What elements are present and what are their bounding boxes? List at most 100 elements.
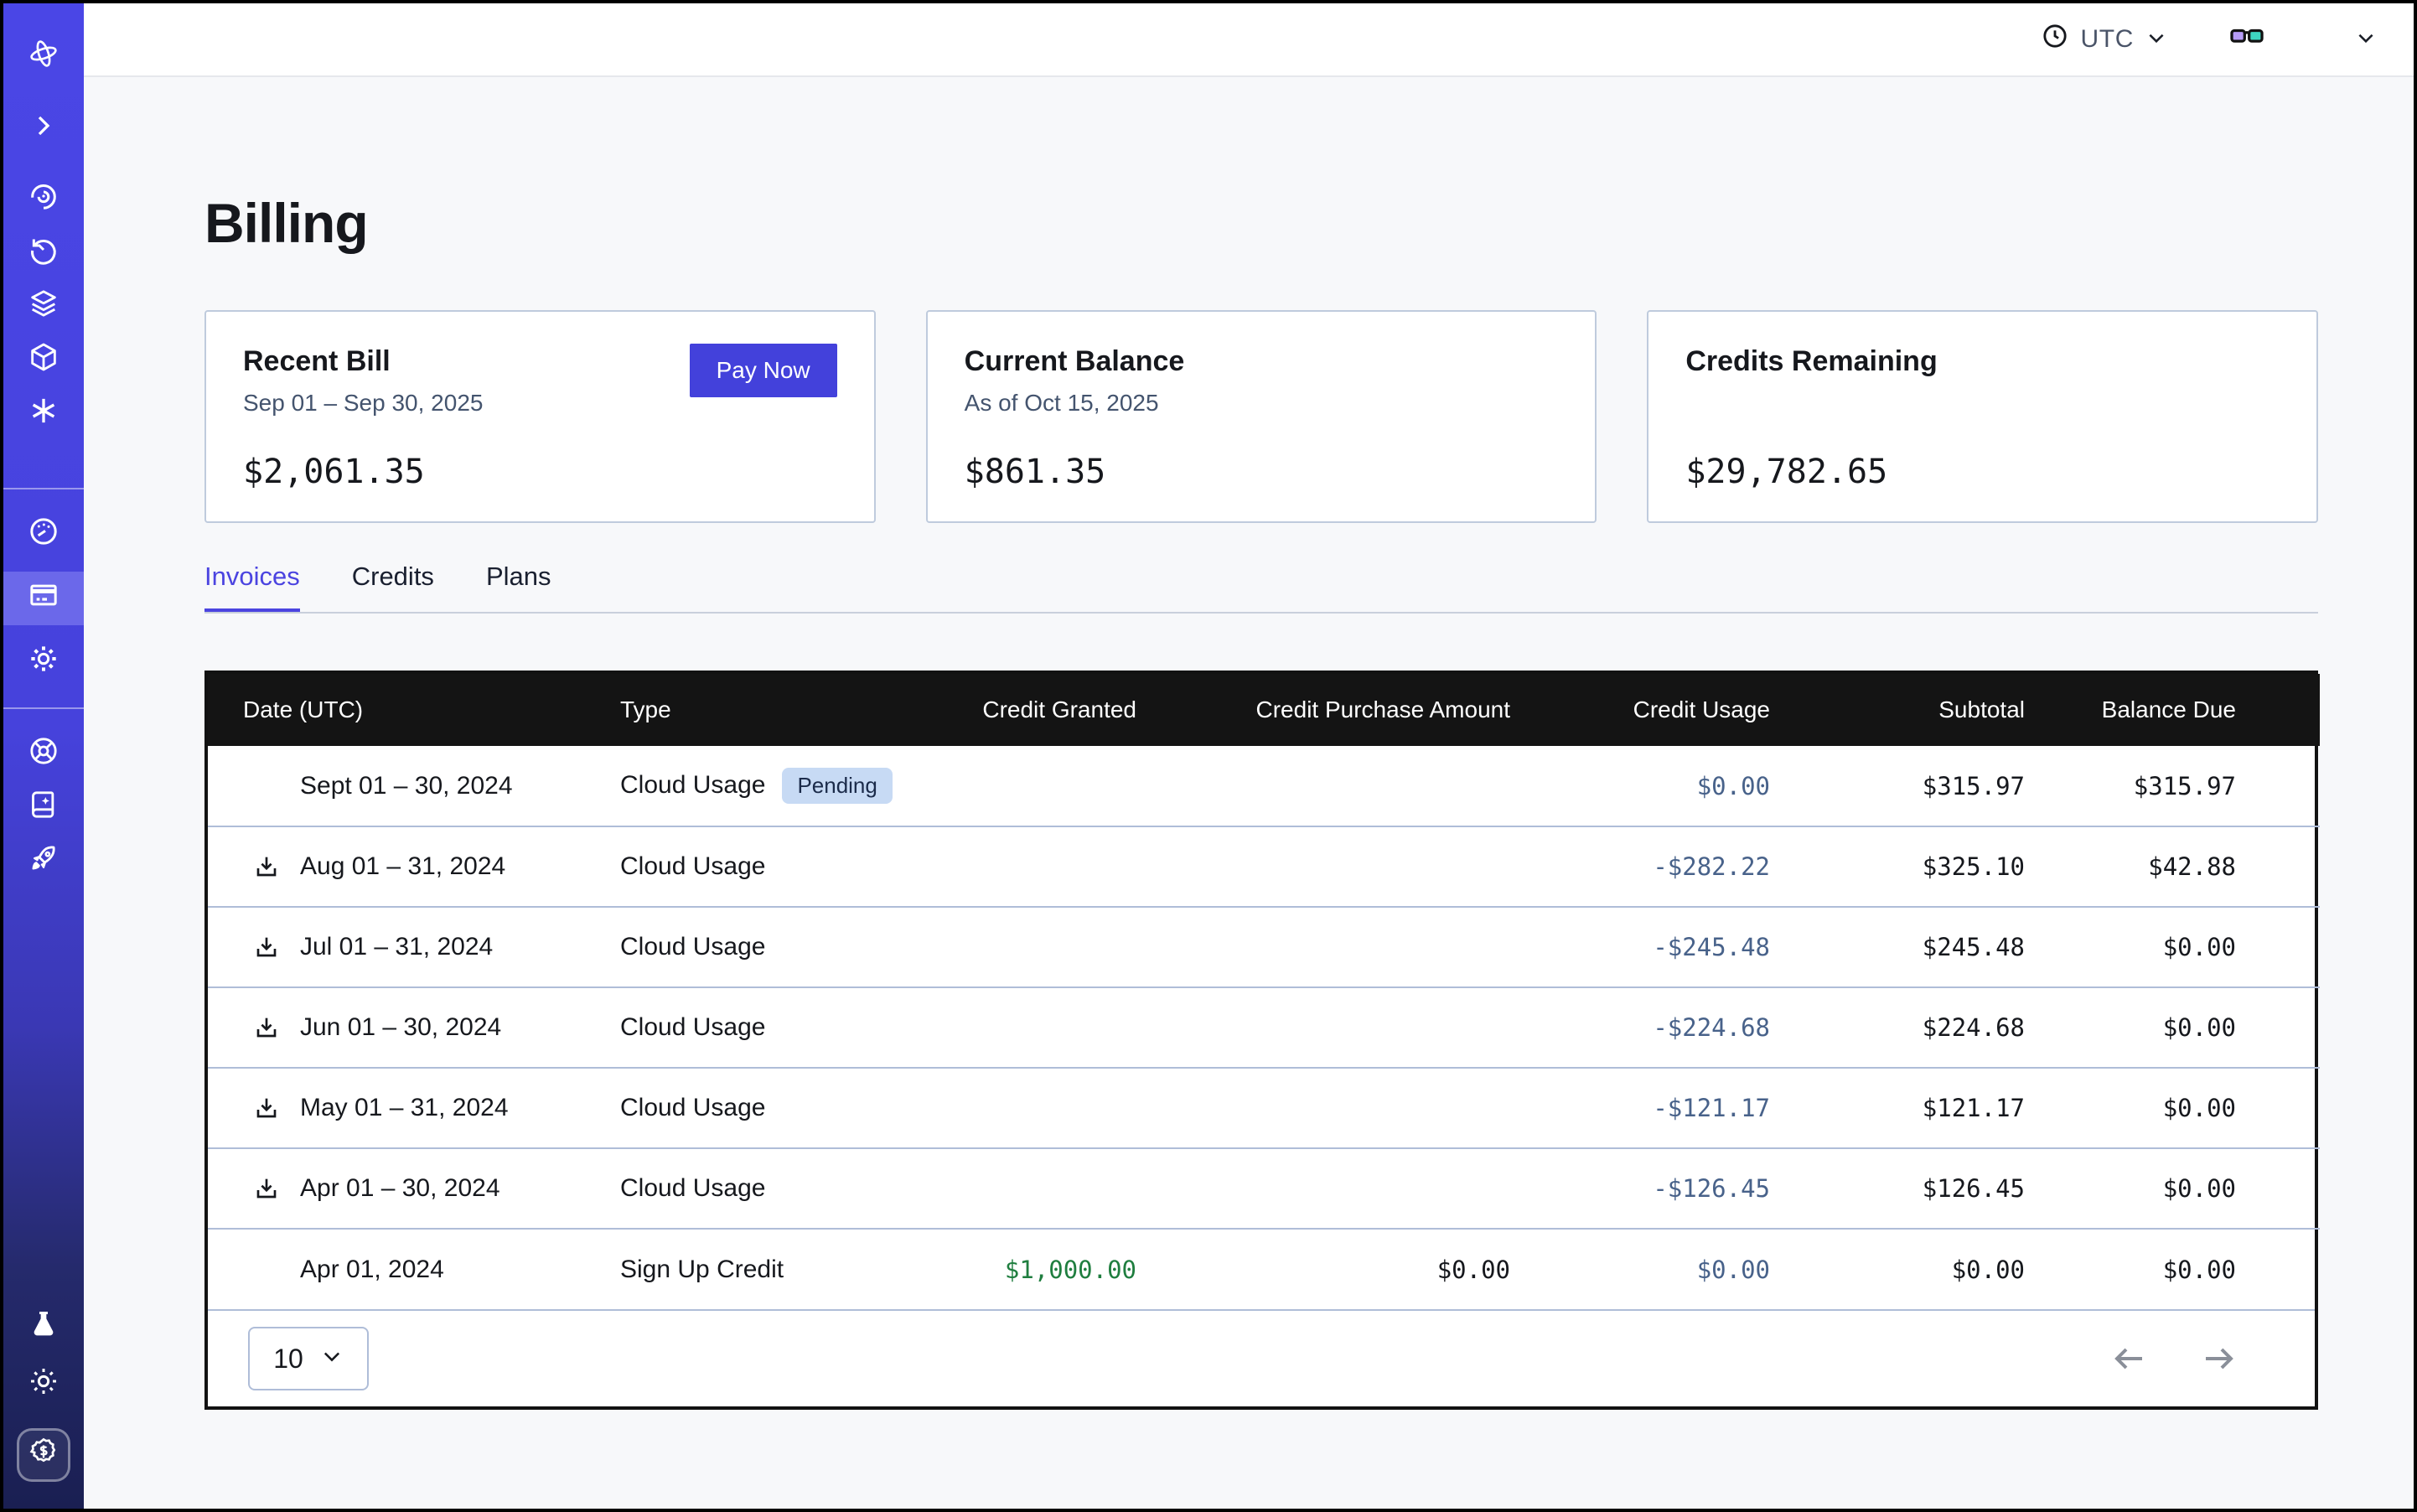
sidebar-item-resources[interactable] xyxy=(3,334,84,387)
sidebar-item-quickstart[interactable] xyxy=(3,835,84,888)
sidebar-item-theme[interactable] xyxy=(3,1358,84,1411)
timezone-label: UTC xyxy=(2081,25,2134,54)
sidebar-item-history[interactable] xyxy=(3,226,84,280)
balance-due-value: $0.00 xyxy=(2025,907,2320,987)
invoice-date: May 01 – 31, 2024 xyxy=(300,1094,509,1121)
billing-tabs: Invoices Credits Plans xyxy=(204,562,2318,614)
credit-granted-value xyxy=(912,1148,1136,1229)
gauge-icon xyxy=(27,515,60,555)
table-row: Jul 01 – 31, 2024Cloud Usage-$245.48$245… xyxy=(208,907,2320,987)
balance-due-value: $42.88 xyxy=(2025,826,2320,907)
invoice-date: Jul 01 – 31, 2024 xyxy=(300,933,493,961)
sun-icon xyxy=(27,1364,60,1405)
balance-due-value: $0.00 xyxy=(2025,1068,2320,1148)
layers-icon xyxy=(27,287,60,327)
credit-granted-value xyxy=(912,1068,1136,1148)
account-menu[interactable] xyxy=(2296,18,2377,61)
invoice-type-cell: Cloud Usage xyxy=(620,907,912,987)
invoice-type: Sign Up Credit xyxy=(620,1256,784,1283)
invoice-type-cell: Cloud Usage xyxy=(620,987,912,1068)
summary-cards: Recent Bill Sep 01 – Sep 30, 2025 $2,061… xyxy=(204,310,2318,523)
invoice-type-cell: Sign Up Credit xyxy=(620,1229,912,1309)
credit-purchase-amount-value xyxy=(1136,1148,1510,1229)
card-amount: $861.35 xyxy=(965,453,1559,491)
balance-due-value: $315.97 xyxy=(2025,746,2320,826)
sidebar-item-labs[interactable] xyxy=(3,1301,84,1354)
invoice-type: Cloud Usage xyxy=(620,933,765,961)
sidebar-item-logo[interactable] xyxy=(3,30,84,84)
credit-granted-value xyxy=(912,987,1136,1068)
invoice-date: Apr 01, 2024 xyxy=(300,1256,444,1283)
helm-icon xyxy=(27,734,60,774)
card-subtitle: As of Oct 15, 2025 xyxy=(965,390,1559,417)
sidebar-divider xyxy=(3,707,84,709)
rocket-icon xyxy=(27,841,60,882)
prev-page-button[interactable] xyxy=(2109,1339,2149,1379)
tab-plans[interactable]: Plans xyxy=(486,562,551,614)
subtotal-value: $121.17 xyxy=(1770,1068,2025,1148)
subtotal-value: $325.10 xyxy=(1770,826,2025,907)
col-credit-usage: Credit Usage xyxy=(1510,674,1770,746)
pay-now-button[interactable]: Pay Now xyxy=(690,344,837,397)
reader-mode-button[interactable] xyxy=(2228,17,2266,62)
credit-granted-value xyxy=(912,826,1136,907)
sidebar-item-fleet[interactable] xyxy=(3,728,84,781)
download-invoice-icon[interactable] xyxy=(253,853,280,880)
col-credit-purchase-amount: Credit Purchase Amount xyxy=(1136,674,1510,746)
card-amount: $29,782.65 xyxy=(1685,453,2280,491)
subtotal-value: $126.45 xyxy=(1770,1148,2025,1229)
credit-usage-value: $0.00 xyxy=(1510,1229,1770,1309)
download-invoice-icon[interactable] xyxy=(253,934,280,961)
invoice-table-container: Date (UTC) Type Credit Granted Credit Pu… xyxy=(204,671,2318,1410)
table-row: Jun 01 – 30, 2024Cloud Usage -$224.68$224… xyxy=(208,987,2320,1068)
next-page-button[interactable] xyxy=(2199,1339,2239,1379)
sidebar-item-layers[interactable] xyxy=(3,280,84,334)
sidebar-item-settings[interactable] xyxy=(3,635,84,689)
invoice-type: Cloud Usage xyxy=(620,1174,765,1202)
app-window: UTC Billing Recent Bill Sep 01 – Sep 30,… xyxy=(0,0,2417,1512)
sidebar-item-usage[interactable] xyxy=(3,508,84,562)
table-header-row: Date (UTC) Type Credit Granted Credit Pu… xyxy=(208,674,2320,746)
sidebar-item-billing[interactable] xyxy=(3,572,84,625)
invoice-date: Sept 01 – 30, 2024 xyxy=(300,772,513,800)
subtotal-value: $224.68 xyxy=(1770,987,2025,1068)
invoice-date: Apr 01 – 30, 2024 xyxy=(300,1174,500,1202)
history-clock-icon xyxy=(27,233,60,273)
page-size-select[interactable]: 10 xyxy=(248,1327,369,1390)
topbar: UTC xyxy=(84,3,2414,77)
sidebar-item-docs[interactable] xyxy=(3,781,84,835)
table-row: May 01 – 31, 2024Cloud Usage-$121.17$121… xyxy=(208,1068,2320,1148)
table-row: Aug 01 – 31, 2024Cloud Usage-$282.22$325… xyxy=(208,826,2320,907)
col-date: Date (UTC) xyxy=(208,674,620,746)
timezone-selector[interactable]: UTC xyxy=(2041,22,2167,57)
tabs-rule xyxy=(204,612,2318,614)
sidebar-divider xyxy=(3,488,84,489)
credit-purchase-amount-value xyxy=(1136,1068,1510,1148)
col-subtotal: Subtotal xyxy=(1770,674,2025,746)
table-footer: 10 xyxy=(208,1309,2315,1406)
user-avatar xyxy=(2296,18,2340,61)
download-invoice-icon[interactable] xyxy=(253,1014,280,1041)
current-balance-card: Current Balance As of Oct 15, 2025 $861.… xyxy=(926,310,1597,523)
balance-due-value: $0.00 xyxy=(2025,1229,2320,1309)
credit-usage-value: -$121.17 xyxy=(1510,1068,1770,1148)
invoice-type: Cloud Usage xyxy=(620,852,765,880)
table-row: Apr 01, 2024Sign Up Credit$1,000.00$0.00… xyxy=(208,1229,2320,1309)
col-credit-granted: Credit Granted xyxy=(912,674,1136,746)
credit-granted-value xyxy=(912,907,1136,987)
tab-invoices[interactable]: Invoices xyxy=(204,562,300,614)
sidebar-item-services[interactable] xyxy=(3,387,84,441)
card-title: Credits Remaining xyxy=(1685,345,2280,378)
download-invoice-icon[interactable] xyxy=(253,1175,280,1202)
download-invoice-icon[interactable] xyxy=(253,1095,280,1121)
sidebar-item-collapse[interactable] xyxy=(3,102,84,156)
sidebar-item-observe[interactable] xyxy=(3,173,84,226)
credit-purchase-amount-value xyxy=(1136,746,1510,826)
invoice-date-cell: Jun 01 – 30, 2024 xyxy=(208,987,620,1068)
credit-usage-value: -$224.68 xyxy=(1510,987,1770,1068)
sidebar-item-credits[interactable] xyxy=(17,1428,70,1482)
invoice-type: Cloud Usage xyxy=(620,771,765,799)
credit-purchase-amount-value xyxy=(1136,826,1510,907)
tab-credits[interactable]: Credits xyxy=(352,562,434,614)
status-badge: Pending xyxy=(782,768,892,804)
